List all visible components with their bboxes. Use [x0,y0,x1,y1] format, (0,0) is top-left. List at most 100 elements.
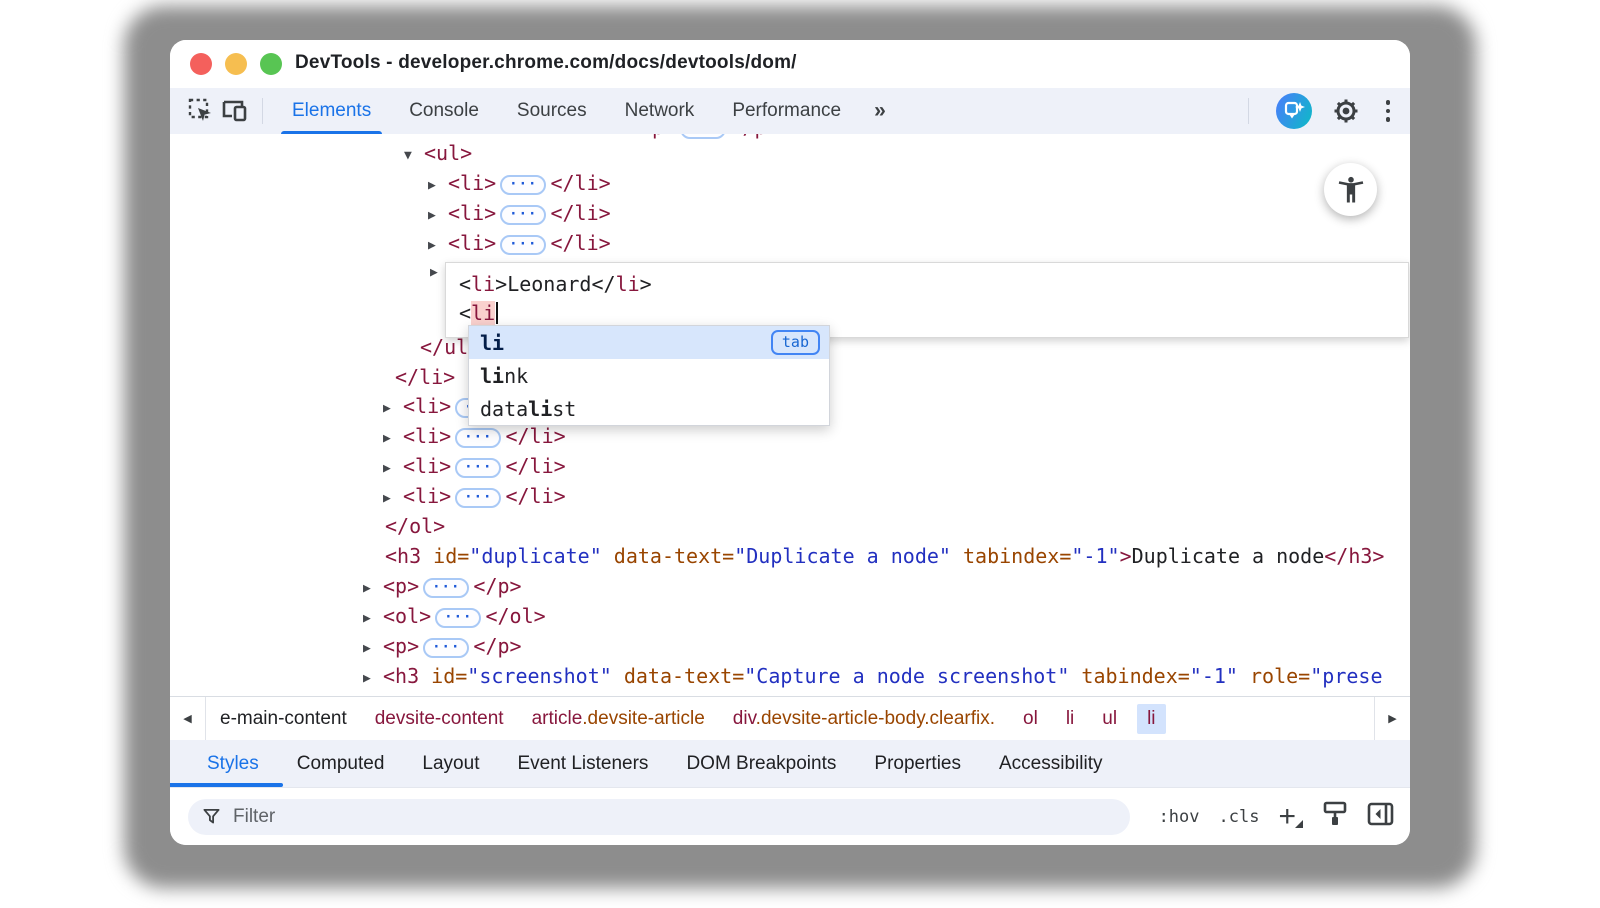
breadcrumb-item[interactable]: e-main-content [220,708,347,730]
tab-performance[interactable]: Performance [713,88,860,134]
ellipsis-expand-icon[interactable]: ··· [455,488,501,508]
code-token-tag: </ol> [385,514,445,538]
paint-roller-icon[interactable] [1322,800,1348,833]
dom-row[interactable]: ▶<li>···</li> [428,198,611,228]
code-token-tag: <li> [448,201,496,225]
inspector-tab-computed[interactable]: Computed [278,753,404,775]
dom-row[interactable]: ▶<p>···</p> [363,631,522,661]
settings-gear-icon[interactable] [1329,94,1363,128]
breadcrumb-text: li [1147,708,1155,729]
breadcrumb-item[interactable]: div.devsite-article-body.clearfix. [733,708,995,730]
code-token-tag: </li> [395,365,455,389]
breadcrumb-item[interactable]: ul [1102,708,1117,730]
ellipsis-expand-icon[interactable]: ··· [435,608,481,628]
dom-row[interactable]: ▶<li>···</li> [428,228,611,258]
dom-row[interactable]: </ol> [385,511,445,541]
autocomplete-text: data [480,397,528,421]
expand-arrow-icon[interactable]: ▶ [383,424,403,454]
expand-arrow-icon[interactable]: ▶ [383,394,403,424]
code-token-tag: </li> [505,484,565,508]
toggle-element-state-button[interactable]: :hov [1159,807,1200,827]
ellipsis-expand-icon[interactable]: ··· [680,134,726,139]
breadcrumb-scroll-right-icon[interactable]: ▶ [1374,697,1410,740]
more-options-icon[interactable] [1380,100,1397,122]
dom-row[interactable]: </li> [395,362,455,392]
dom-row[interactable]: ▶<h3 id="screenshot" data-text="Capture … [363,661,1382,691]
filter-input[interactable] [233,806,733,828]
breadcrumb-item[interactable]: ol [1023,708,1038,730]
device-toolbar-icon[interactable] [218,94,252,128]
devtools-window: DevTools - developer.chrome.com/docs/dev… [170,40,1410,845]
expand-arrow-icon[interactable]: ▶ [363,574,383,604]
inspector-tab-properties[interactable]: Properties [855,753,980,775]
filter-field[interactable] [188,799,1130,835]
expand-arrow-icon[interactable]: ▶ [383,484,403,514]
inspector-tab-styles[interactable]: Styles [188,753,278,775]
autocomplete-item[interactable]: link [469,359,829,392]
tab-elements[interactable]: Elements [273,88,390,134]
ellipsis-expand-icon[interactable]: ··· [500,205,546,225]
autocomplete-text: li [528,397,552,421]
toolbar-divider [262,98,263,124]
more-tabs-button[interactable]: » [860,99,898,123]
autocomplete-item[interactable]: datalist [469,392,829,425]
expand-arrow-icon[interactable]: ▶ [383,454,403,484]
tab-console[interactable]: Console [390,88,498,134]
toolbar-right-group [1238,93,1397,129]
collapse-arrow-icon[interactable]: ▼ [404,141,424,171]
accessibility-icon[interactable] [1324,163,1377,216]
minimize-button[interactable] [225,53,247,75]
ellipsis-expand-icon[interactable]: ··· [500,175,546,195]
breadcrumb-item[interactable]: li [1137,704,1165,734]
inspect-element-icon[interactable] [184,94,218,128]
dom-row[interactable]: ▶<li>···</li> [428,168,611,198]
autocomplete-item[interactable]: litab [469,326,829,359]
code-token-punct: </ [591,272,615,296]
dom-row[interactable]: ▶<li>···</li> [383,481,566,511]
toggle-sidebar-icon[interactable] [1367,802,1394,831]
edit-line[interactable]: <li [459,299,1408,328]
active-tab-underline [170,783,283,787]
ai-assistant-icon[interactable] [1276,93,1312,129]
edit-line[interactable]: <li>Leonard</li> [459,270,1408,299]
breadcrumb-item[interactable]: article.devsite-article [532,708,705,730]
inspector-tab-accessibility[interactable]: Accessibility [980,753,1121,775]
breadcrumb-text: devsite-content [375,708,504,729]
ellipsis-expand-icon[interactable]: ··· [500,235,546,255]
breadcrumb-item[interactable]: li [1066,708,1074,730]
expand-arrow-icon[interactable]: ▶ [363,604,383,634]
inspector-tab-event-listeners[interactable]: Event Listeners [498,753,667,775]
expand-arrow-icon[interactable]: ▶ [363,664,383,694]
zoom-button[interactable] [260,53,282,75]
toggle-classes-button[interactable]: .cls [1219,807,1260,827]
code-token-value: "screenshot" [467,664,612,688]
dom-row[interactable]: <p>···</p> [640,134,779,142]
close-button[interactable] [190,53,212,75]
code-token-tag: <ul> [424,141,472,165]
ellipsis-expand-icon[interactable]: ··· [455,458,501,478]
code-token-value: "duplicate" [469,544,601,568]
ellipsis-expand-icon[interactable]: ··· [423,638,469,658]
breadcrumb-text: ul [1102,708,1117,729]
code-token-tag: <li> [403,394,451,418]
expand-arrow-icon[interactable]: ▶ [363,634,383,664]
breadcrumb-item[interactable]: devsite-content [375,708,504,730]
ellipsis-expand-icon[interactable]: ··· [423,578,469,598]
inspector-tab-layout[interactable]: Layout [403,753,498,775]
expand-arrow-icon[interactable]: ▶ [428,201,448,231]
breadcrumb-scroll-left-icon[interactable]: ◀ [170,697,206,740]
inspector-tab-dom-breakpoints[interactable]: DOM Breakpoints [667,753,855,775]
tab-network[interactable]: Network [606,88,714,134]
tab-sources[interactable]: Sources [498,88,606,134]
expand-arrow-icon[interactable]: ▶ [428,171,448,201]
code-token-tag: <h3 [385,544,421,568]
dom-row[interactable]: ▶<p>···</p> [363,571,522,601]
dom-row[interactable]: ▶<li>···</li> [383,451,566,481]
dom-row[interactable]: <h3 id="duplicate" data-text="Duplicate … [385,541,1384,571]
ellipsis-expand-icon[interactable]: ··· [455,428,501,448]
dom-row[interactable]: ▶<ol>···</ol> [363,601,546,631]
dom-row[interactable]: ▼<ul> [404,138,472,168]
code-token-text [421,544,433,568]
breadcrumb: ◀ e-main-content devsite-content article.d… [170,696,1410,740]
new-style-rule-button[interactable]: + [1278,804,1303,830]
